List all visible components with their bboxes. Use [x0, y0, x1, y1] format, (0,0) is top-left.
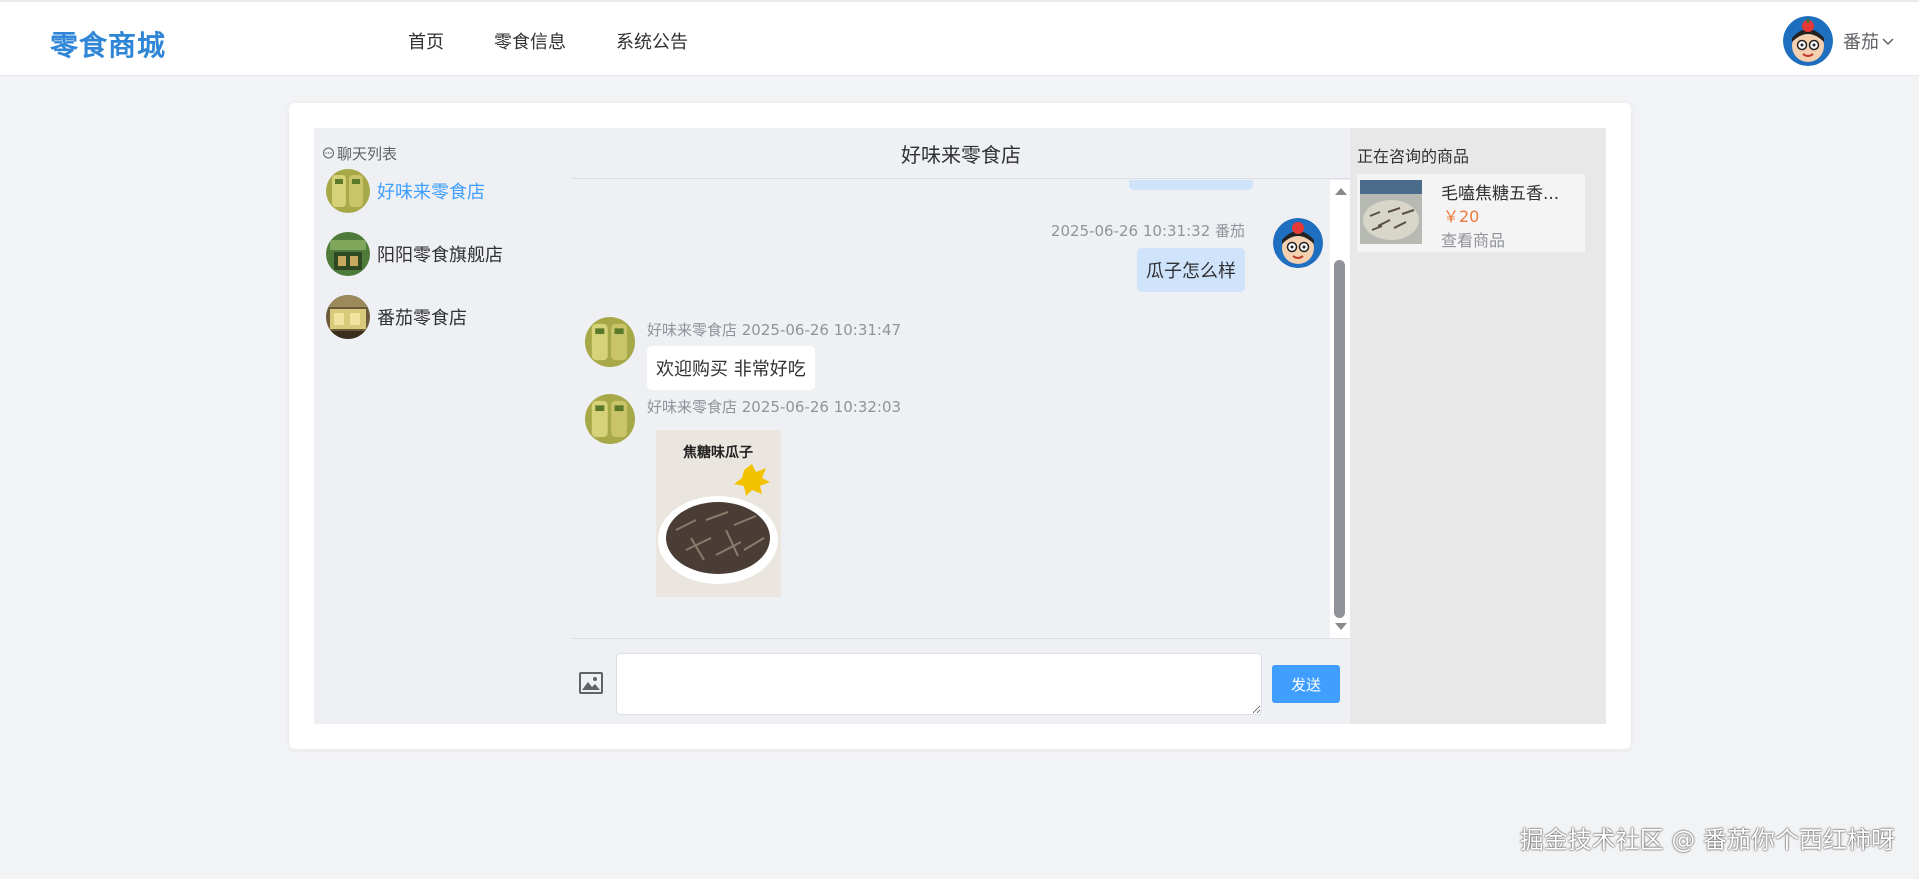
message-list[interactable]: 2025-06-26 10:31:32 番茄 瓜子怎么样 好味来零食店 2025… [572, 180, 1330, 638]
message-input[interactable] [616, 653, 1262, 715]
shop-avatar [326, 169, 370, 213]
top-header: 零食商城 首页 零食信息 系统公告 番茄 [0, 0, 1919, 76]
image-upload-icon[interactable] [579, 672, 603, 694]
product-panel-title: 正在咨询的商品 [1357, 147, 1470, 166]
previous-message-bubble [1129, 180, 1253, 190]
shop-avatar [326, 232, 370, 276]
product-price: ￥20 [1443, 207, 1480, 226]
message-meta: 好味来零食店 2025-06-26 10:32:03 [647, 398, 902, 416]
my-avatar [1273, 218, 1323, 268]
chat-list-item-yangyang[interactable]: 阳阳零食旗舰店 [326, 231, 566, 277]
message-bubble: 欢迎购买 非常好吃 [647, 346, 815, 390]
message-scrollbar[interactable] [1330, 180, 1350, 638]
shop-avatar [585, 394, 635, 444]
chat-list-item-fanqie[interactable]: 番茄零食店 [326, 294, 566, 340]
shop-name: 阳阳零食旗舰店 [377, 245, 503, 266]
product-name: 毛嗑焦糖五香... [1441, 184, 1560, 204]
product-panel: 正在咨询的商品 毛嗑焦糖五香... ￥20 查看商品 [1350, 128, 1606, 724]
main-nav: 首页 零食信息 系统公告 [408, 28, 738, 54]
user-name[interactable]: 番茄 [1843, 28, 1879, 54]
nav-snack-info[interactable]: 零食信息 [494, 28, 566, 54]
shop-avatar [326, 295, 370, 339]
chat-list-title: 聊天列表 [322, 143, 397, 164]
nav-announcements[interactable]: 系统公告 [616, 28, 688, 54]
scroll-up-arrow-icon[interactable] [1335, 188, 1347, 195]
chat-list-title-text: 聊天列表 [337, 145, 398, 163]
shop-name: 番茄零食店 [377, 308, 467, 329]
message-meta: 好味来零食店 2025-06-26 10:31:47 [647, 321, 902, 339]
user-avatar[interactable] [1783, 16, 1833, 66]
conversation-panel: 好味来零食店 2025-06-26 10:31:32 番茄 瓜子怎么样 好味来零… [572, 128, 1350, 724]
chevron-down-icon[interactable] [1881, 34, 1895, 48]
shop-name: 好味来零食店 [377, 182, 485, 203]
view-product-link[interactable]: 查看商品 [1441, 227, 1505, 251]
message-image-caption: 焦糖味瓜子 [683, 445, 753, 461]
watermark: 掘金技术社区 @ 番茄你个西红柿呀 [1519, 826, 1895, 854]
conversation-title: 好味来零食店 [572, 128, 1350, 179]
message-image[interactable]: 焦糖味瓜子 [656, 430, 781, 597]
chat-card: 聊天列表 好味来零食店 阳阳零食旗舰店 番茄零食店 好味来零食店 2025-06… [289, 103, 1631, 749]
message-input-area: 发送 [572, 638, 1350, 724]
shop-avatar [585, 317, 635, 367]
product-image[interactable] [1360, 180, 1422, 244]
message-bubble: 瓜子怎么样 [1137, 248, 1245, 292]
chat-list-item-haoweilai[interactable]: 好味来零食店 [326, 168, 566, 214]
chat-container: 聊天列表 好味来零食店 阳阳零食旗舰店 番茄零食店 好味来零食店 2025-06… [314, 128, 1606, 724]
message-meta: 2025-06-26 10:31:32 番茄 [1050, 222, 1245, 240]
send-button[interactable]: 发送 [1272, 665, 1340, 703]
scroll-down-arrow-icon[interactable] [1335, 623, 1347, 630]
chat-bubble-icon [323, 147, 334, 159]
site-logo[interactable]: 零食商城 [50, 24, 166, 64]
nav-home[interactable]: 首页 [408, 28, 444, 54]
product-card[interactable]: 毛嗑焦糖五香... ￥20 查看商品 [1357, 174, 1585, 252]
user-menu[interactable]: 番茄 [1783, 16, 1895, 66]
scrollbar-thumb[interactable] [1334, 260, 1345, 618]
chat-list-panel: 聊天列表 好味来零食店 阳阳零食旗舰店 番茄零食店 [314, 128, 572, 724]
